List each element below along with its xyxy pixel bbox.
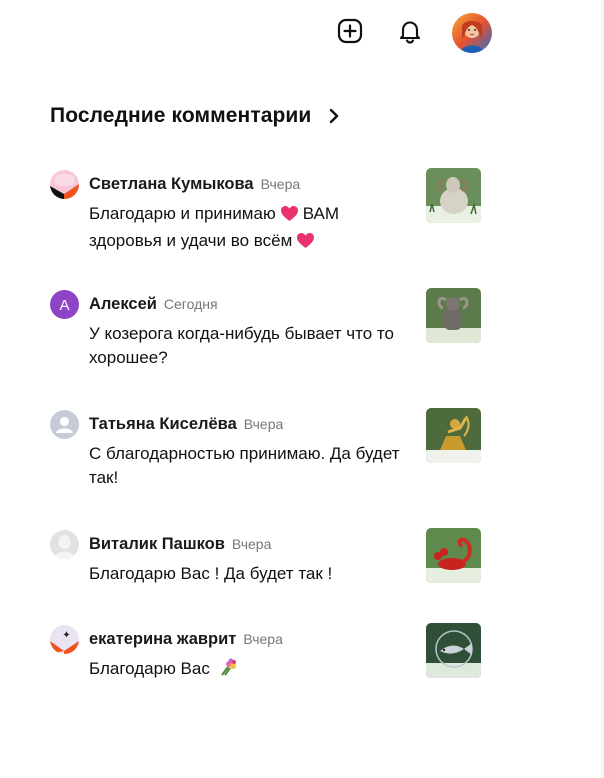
- comment-text: С благодарностью принимаю. Да будет так!: [89, 444, 400, 487]
- comment-author[interactable]: Виталик Пашков: [89, 530, 225, 558]
- comment-text-part: Благодарю Вас: [89, 659, 210, 678]
- user-avatar[interactable]: [452, 13, 492, 53]
- plus-square-icon: [336, 17, 364, 50]
- bouquet-emoji: [218, 657, 238, 684]
- sparkle-icon: ✦: [62, 630, 70, 641]
- golden-archer-thumbnail[interactable]: [426, 408, 481, 463]
- comment-body: Татьяна Киселёва Вчера С благодарностью …: [89, 410, 409, 490]
- avatar-letter: А: [59, 297, 69, 314]
- heart-emoji: [296, 232, 315, 256]
- commenter-avatar[interactable]: [50, 530, 79, 559]
- comment-body: Виталик Пашков Вчера Благодарю Вас ! Да …: [89, 530, 409, 586]
- comment-body: Алексей Сегодня У козерога когда-нибудь …: [89, 290, 409, 370]
- comment-text-part: Благодарю и принимаю: [89, 204, 276, 223]
- notifications-button[interactable]: [390, 13, 430, 53]
- comment-text: Благодарю Вас: [89, 657, 409, 684]
- comment-body: екатерина жаврит Вчера Благодарю Вас: [89, 625, 409, 684]
- comment-text: Благодарю и принимаю ВАМ здоровья и удачи…: [89, 202, 409, 256]
- comment-time: Вчера: [243, 631, 283, 647]
- scrollbar-edge: [600, 0, 604, 778]
- commenter-avatar[interactable]: [50, 410, 79, 439]
- fish-thumbnail[interactable]: [426, 623, 481, 678]
- bell-icon: [396, 17, 424, 50]
- page: Последние комментарии Светлана Кумыкова …: [0, 0, 604, 778]
- heart-emoji: [280, 205, 299, 229]
- comment-body: Светлана Кумыкова Вчера Благодарю и прин…: [89, 170, 409, 256]
- commenter-avatar[interactable]: А: [50, 290, 79, 319]
- commenter-avatar[interactable]: ✦: [50, 625, 79, 654]
- comment-author[interactable]: Алексей: [89, 290, 157, 318]
- comment-time: Вчера: [260, 176, 301, 192]
- comment-text: У козерога когда-нибудь бывает что то хо…: [89, 324, 394, 367]
- comment-time: Вчера: [231, 536, 272, 552]
- scorpion-thumbnail[interactable]: [426, 528, 481, 583]
- comment-author[interactable]: Татьяна Киселёва: [89, 410, 237, 438]
- comment-time: Вчера: [243, 416, 284, 432]
- goat-statue-thumbnail[interactable]: [426, 288, 481, 343]
- create-button[interactable]: [330, 13, 370, 53]
- commenter-avatar[interactable]: [50, 170, 79, 199]
- comment-time: Сегодня: [163, 296, 218, 312]
- comment-text: Благодарю Вас ! Да будет так !: [89, 564, 333, 583]
- recent-comments-header[interactable]: Последние комментарии: [50, 104, 343, 128]
- section-title: Последние комментарии: [50, 104, 312, 127]
- top-bar: [330, 12, 492, 54]
- comment-author[interactable]: екатерина жаврит: [89, 625, 236, 653]
- chevron-right-icon: [327, 108, 343, 124]
- ram-thumbnail[interactable]: [426, 168, 481, 223]
- comment-author[interactable]: Светлана Кумыкова: [89, 170, 254, 198]
